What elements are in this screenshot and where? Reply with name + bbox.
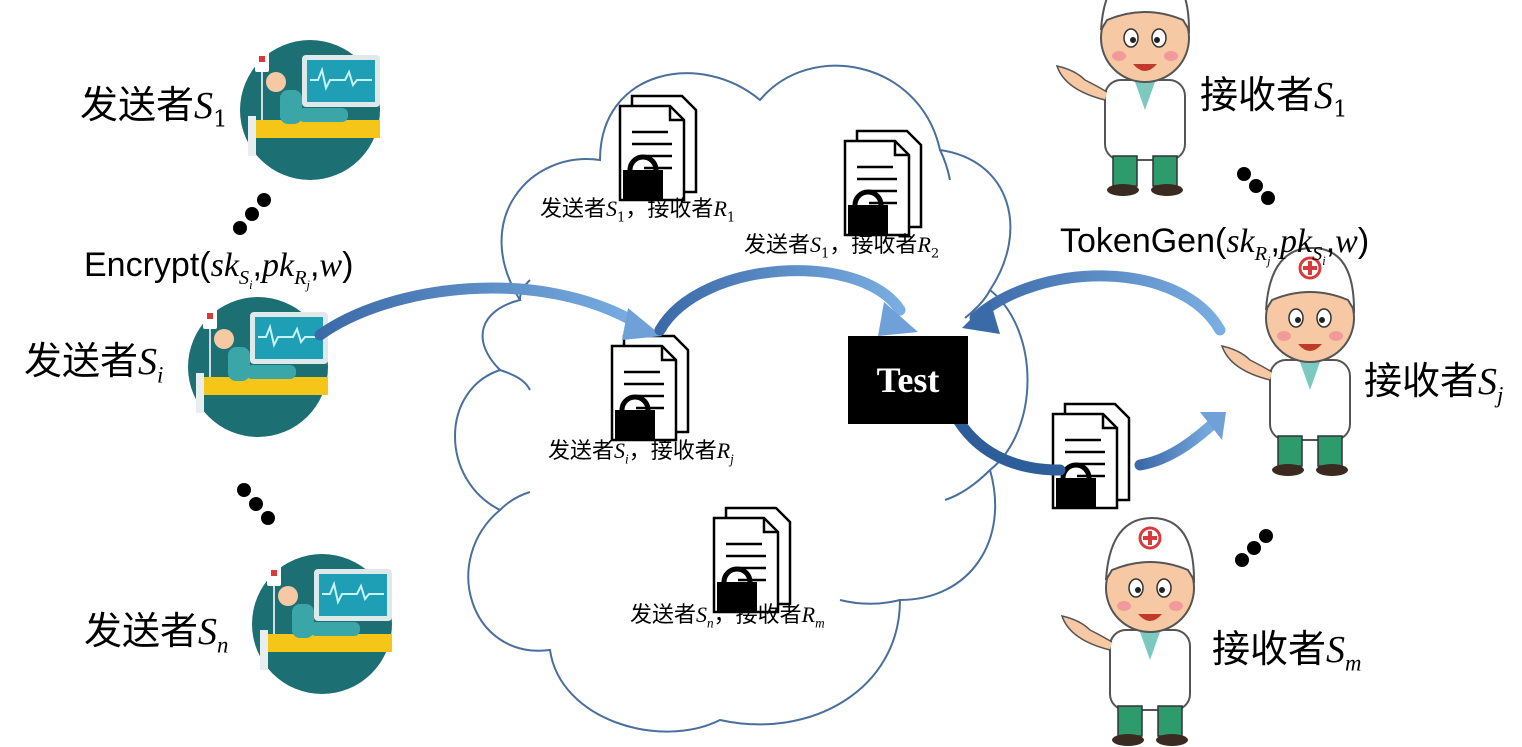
label-sub: m bbox=[1345, 650, 1362, 676]
cloud-inner-arc bbox=[944, 469, 991, 501]
receiver-label: 接收者S1 bbox=[1200, 76, 1348, 121]
label-var: S bbox=[138, 341, 158, 383]
formula-arg: w bbox=[1335, 223, 1358, 260]
label-prefix: 发送者 bbox=[80, 83, 195, 127]
label-sub: i bbox=[157, 362, 164, 388]
cloud-inner-arc bbox=[839, 599, 901, 605]
formula-arg: pk bbox=[1279, 223, 1313, 260]
label-prefix: 发送者 bbox=[84, 609, 199, 653]
patient-avatar-icon bbox=[187, 296, 329, 438]
tokengen-formula: TokenGen(skRj,pkSi,w) bbox=[1060, 222, 1370, 268]
label-sub: 1 bbox=[1333, 96, 1348, 123]
arrowhead-icon bbox=[622, 308, 662, 340]
encrypt-formula: Encrypt(skSi,pkRj,w) bbox=[84, 246, 354, 292]
label-var: S bbox=[198, 611, 218, 653]
encrypted-document-icon bbox=[612, 336, 688, 440]
label-var: S bbox=[1478, 361, 1498, 403]
sender-label: 发送者S1 bbox=[80, 86, 228, 131]
cloud-doc-label: 发送者S1，接收者R1 bbox=[540, 196, 736, 226]
cloud-doc-label: 发送者S1，接收者R2 bbox=[744, 232, 940, 262]
doctor-avatar-icon bbox=[1055, 0, 1191, 198]
patient-avatar-icon bbox=[251, 553, 393, 695]
label-prefix: 发送者 bbox=[24, 339, 139, 383]
result-arrow bbox=[1134, 416, 1221, 471]
formula-close: ) bbox=[342, 246, 354, 284]
formula-fn: TokenGen( bbox=[1060, 222, 1227, 260]
label-sub: 1 bbox=[213, 106, 228, 133]
formula-close: ) bbox=[1357, 222, 1370, 260]
cloud-doc-label: 发送者Sn，接收者Rm bbox=[630, 602, 825, 631]
sender-label: 发送者Sn bbox=[84, 612, 228, 657]
formula-sub: S bbox=[1312, 242, 1323, 265]
formula-sub: R bbox=[294, 266, 307, 289]
encrypted-document-icon bbox=[714, 508, 790, 612]
tokengen-arrow bbox=[969, 270, 1226, 336]
upload-arrow bbox=[654, 265, 906, 336]
cloud-inner-arc bbox=[939, 149, 951, 181]
doctor-avatar-icon bbox=[1060, 516, 1196, 747]
patient-avatar-icon bbox=[239, 39, 381, 181]
encrypt-arrow bbox=[314, 282, 646, 341]
cloud-inner-arc bbox=[499, 369, 531, 391]
receiver-label: 接收者Sm bbox=[1212, 630, 1361, 675]
formula-arg: pk bbox=[261, 247, 295, 284]
label-var: S bbox=[1326, 629, 1346, 671]
sender-label: 发送者Si bbox=[24, 342, 163, 387]
encrypted-document-icon bbox=[845, 131, 921, 235]
result-arrow bbox=[949, 409, 1066, 476]
label-prefix: 接收者 bbox=[1200, 73, 1315, 117]
test-box: Test bbox=[848, 336, 968, 424]
formula-sub: S bbox=[238, 266, 250, 289]
formula-sub: R bbox=[1254, 242, 1268, 265]
label-sub: j bbox=[1497, 382, 1504, 408]
encrypted-document-icon bbox=[620, 96, 696, 200]
formula-arg: sk bbox=[210, 247, 239, 284]
cloud-inner-arc bbox=[499, 491, 531, 511]
label-var: S bbox=[1314, 75, 1334, 117]
cloud-doc-label: 发送者Si，接收者Rj bbox=[548, 438, 734, 467]
label-sub: n bbox=[217, 632, 229, 658]
formula-fn: Encrypt( bbox=[84, 246, 211, 284]
label-var: S bbox=[194, 85, 214, 127]
encrypted-document-icon bbox=[1053, 404, 1129, 508]
label-prefix: 接收者 bbox=[1212, 627, 1327, 671]
test-label: Test bbox=[876, 360, 940, 400]
doctor-avatar-icon bbox=[1220, 246, 1356, 478]
formula-arg: w bbox=[319, 247, 343, 284]
receiver-label: 接收者Sj bbox=[1364, 362, 1503, 407]
formula-arg: sk bbox=[1226, 223, 1255, 260]
label-prefix: 接收者 bbox=[1364, 359, 1479, 403]
